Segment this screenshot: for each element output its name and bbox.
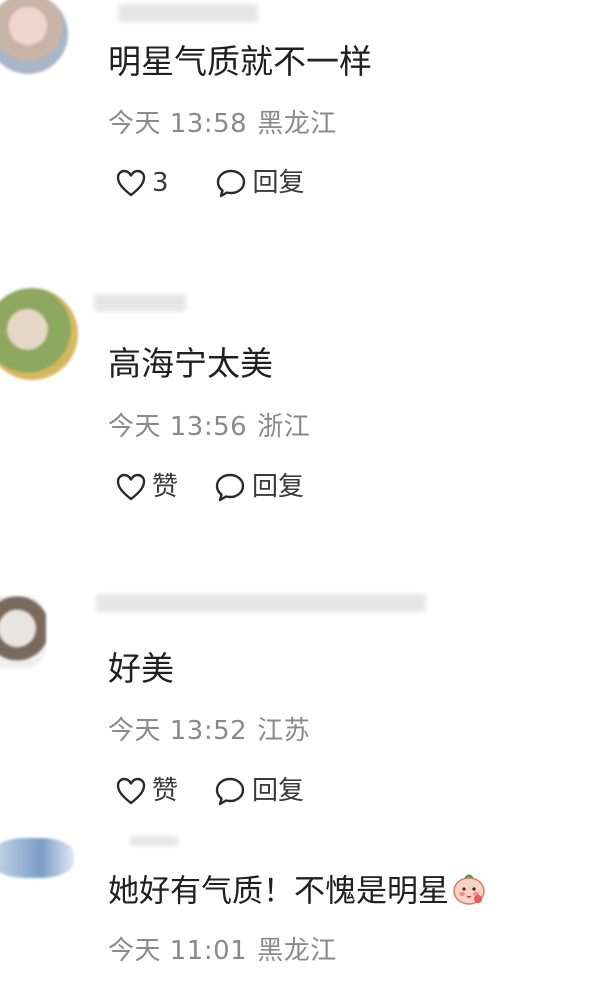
comment-actions: 3 回复 xyxy=(116,163,339,203)
comment-location: 黑龙江 xyxy=(257,109,337,139)
username-blurred[interactable] xyxy=(118,4,258,22)
comment-text: 明星气质就不一样 xyxy=(108,42,372,81)
avatar[interactable] xyxy=(0,0,68,74)
avatar[interactable] xyxy=(0,838,74,878)
comment-item: 高海宁太美 今天 13:56 浙江 赞 回复 xyxy=(0,280,612,580)
reply-button[interactable]: 回复 xyxy=(215,167,305,199)
username-blurred[interactable] xyxy=(94,294,186,312)
avatar[interactable] xyxy=(0,288,78,380)
heart-outline-icon xyxy=(116,169,146,197)
comment-text: 好美 xyxy=(108,649,174,688)
like-button[interactable]: 3 xyxy=(116,167,169,199)
reply-label: 回复 xyxy=(252,168,305,198)
comment-text: 高海宁太美 xyxy=(108,344,273,383)
speech-bubble-icon xyxy=(214,472,246,502)
blushing-face-emoji xyxy=(451,870,487,916)
heart-outline-icon xyxy=(116,473,146,501)
comment-meta: 今天 13:58 黑龙江 xyxy=(108,108,347,140)
reply-label: 回复 xyxy=(252,472,305,502)
comment-time: 今天 13:52 xyxy=(108,716,248,746)
like-button[interactable]: 赞 xyxy=(116,471,178,503)
like-label: 赞 xyxy=(152,776,179,806)
comment-text: 她好有气质！不愧是明星 xyxy=(108,870,487,916)
comment-actions: 赞 回复 xyxy=(116,771,338,811)
comment-meta: 今天 13:56 浙江 xyxy=(108,411,320,443)
comment-item: 她好有气质！不愧是明星 今天 11:01 黑龙江 xyxy=(0,830,612,1000)
comment-actions: 赞 回复 xyxy=(116,467,338,507)
comment-location: 浙江 xyxy=(257,412,311,442)
like-label: 赞 xyxy=(152,472,179,502)
speech-bubble-icon xyxy=(214,776,246,806)
avatar[interactable] xyxy=(0,596,46,668)
comment-time: 今天 13:56 xyxy=(108,412,248,442)
comment-time: 今天 13:58 xyxy=(108,109,248,139)
like-button[interactable]: 赞 xyxy=(116,775,178,807)
comment-location: 江苏 xyxy=(257,716,311,746)
heart-outline-icon xyxy=(116,777,146,805)
comment-item: 明星气质就不一样 今天 13:58 黑龙江 3 回复 xyxy=(0,0,612,260)
comment-item: 好美 今天 13:52 江苏 赞 回复 xyxy=(0,580,612,840)
speech-bubble-icon xyxy=(215,168,247,198)
like-count: 3 xyxy=(152,168,169,198)
comment-meta: 今天 11:01 黑龙江 xyxy=(108,935,347,967)
username-blurred[interactable] xyxy=(96,594,426,612)
comment-time: 今天 11:01 xyxy=(108,936,248,966)
reply-button[interactable]: 回复 xyxy=(214,775,304,807)
reply-label: 回复 xyxy=(252,776,305,806)
comment-location: 黑龙江 xyxy=(257,936,337,966)
reply-button[interactable]: 回复 xyxy=(214,471,304,503)
username-blurred[interactable] xyxy=(130,836,178,846)
comment-meta: 今天 13:52 江苏 xyxy=(108,715,320,747)
